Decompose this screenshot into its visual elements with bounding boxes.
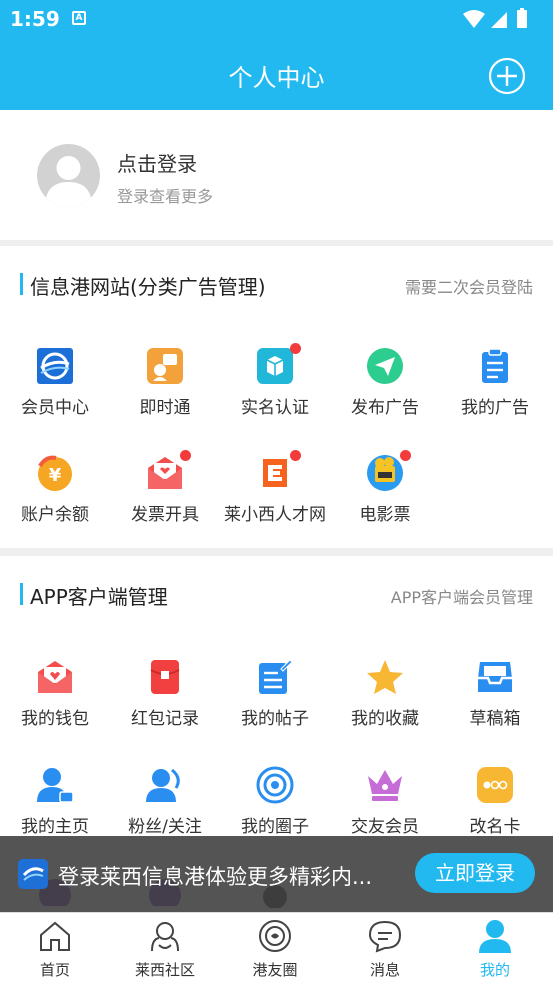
tab-home[interactable]: 首页	[0, 913, 110, 984]
moments-icon	[259, 920, 291, 952]
tab-messages[interactable]: 消息	[330, 913, 440, 984]
invoice-icon	[148, 457, 182, 489]
grid-item-label: 粉丝/关注	[128, 817, 202, 837]
grid-item-label: 我的收藏	[351, 709, 419, 729]
login-toast: 登录莱西信息港体验更多精彩内... 立即登录	[0, 836, 553, 912]
star-icon	[367, 660, 403, 694]
section-header: APP客户端管理 APP客户端会员管理	[0, 556, 553, 632]
crown-icon	[368, 770, 402, 801]
home-icon	[40, 921, 70, 951]
login-subtitle: 登录查看更多	[117, 187, 214, 206]
login-now-button[interactable]: 立即登录	[415, 853, 535, 893]
tab-label: 消息	[369, 961, 400, 979]
grid-item-publish-ad[interactable]: 发布广告	[330, 347, 440, 437]
tab-community[interactable]: 莱西社区	[110, 913, 220, 984]
section-hint: 需要二次会员登陆	[404, 278, 533, 297]
wallet-icon	[38, 661, 72, 693]
grid-item-talent-network[interactable]: 莱小西人才网	[220, 450, 330, 544]
grid-item-label: 电影票	[359, 505, 411, 525]
grid-item-my-posts[interactable]: 我的帖子	[220, 658, 330, 748]
message-icon	[368, 920, 402, 953]
grid-item-movie-ticket[interactable]: 电影票	[330, 450, 440, 544]
app-logo-icon	[18, 859, 48, 889]
box-icon	[257, 348, 293, 384]
grid-item-account-balance[interactable]: ¥ 账户余额	[0, 454, 110, 544]
grid-item-instant-messaging[interactable]: 即时通	[110, 347, 220, 437]
tab-label: 莱西社区	[134, 961, 195, 979]
bottom-tab-bar: 首页 莱西社区 港友圈 消息 我的	[0, 912, 553, 984]
section-title: APP客户端管理	[30, 585, 168, 609]
title-bar: 个人中心	[0, 38, 553, 110]
svg-text:¥: ¥	[49, 465, 62, 486]
notification-dot	[180, 450, 191, 461]
page-title: 个人中心	[228, 64, 325, 92]
status-bar: 1:59 A	[0, 0, 553, 38]
grid-item-drafts[interactable]: 草稿箱	[440, 658, 550, 748]
grid-item-label: 我的主页	[21, 817, 89, 837]
grid-item-label: 发票开具	[131, 505, 199, 525]
send-icon	[367, 348, 403, 384]
grid-item-wallet[interactable]: 我的钱包	[0, 658, 110, 748]
grid-item-label: 账户余额	[21, 505, 89, 525]
system-status-icons	[463, 8, 527, 28]
grid-item-invoice[interactable]: 发票开具	[110, 450, 220, 544]
post-icon	[259, 659, 293, 694]
grid-item-favorites[interactable]: 我的收藏	[330, 658, 440, 748]
grid-item-red-packet-records[interactable]: 红包记录	[110, 658, 220, 748]
website-management-section: 信息港网站(分类广告管理) 需要二次会员登陆 会员中心 即时通 实名认证 发布广…	[0, 246, 553, 548]
section-title: 信息港网站(分类广告管理)	[30, 275, 266, 299]
movie-icon	[367, 455, 403, 491]
yen-icon: ¥	[38, 455, 72, 491]
grid-item-label: 我的钱包	[21, 709, 89, 729]
grid-item-real-name-auth[interactable]: 实名认证	[220, 343, 330, 437]
grid-item-label: 交友会员	[351, 817, 419, 837]
status-time: 1:59	[10, 7, 60, 31]
tab-mine[interactable]: 我的	[440, 913, 550, 984]
chat-icon	[147, 348, 183, 384]
default-avatar-icon	[45, 156, 92, 207]
rename-card-icon	[477, 767, 513, 803]
notification-app-icon: A	[72, 11, 86, 25]
toast-message: 登录莱西信息港体验更多精彩内...	[58, 865, 373, 889]
profile-card[interactable]: 点击登录 登录查看更多	[0, 110, 553, 240]
red-packet-icon	[150, 660, 180, 694]
grid-item-label: 我的广告	[461, 398, 529, 418]
tab-label: 我的	[479, 961, 510, 979]
drafts-icon	[478, 662, 512, 692]
grid-item-label: 实名认证	[241, 398, 309, 418]
fans-icon	[146, 768, 180, 802]
community-icon	[151, 922, 179, 952]
add-icon[interactable]	[488, 57, 526, 95]
tab-moments[interactable]: 港友圈	[220, 913, 330, 984]
grid-item-label: 发布广告	[351, 398, 419, 418]
tab-label: 首页	[39, 961, 70, 979]
person-icon	[479, 920, 511, 953]
grid-item-label: 草稿箱	[469, 709, 521, 729]
grid-item-my-ads[interactable]: 我的广告	[440, 347, 550, 437]
grid-item-label: 我的圈子	[241, 817, 309, 837]
grid-item-label: 改名卡	[469, 817, 521, 837]
circle-icon	[256, 766, 294, 804]
globe-icon	[37, 348, 73, 384]
user-home-icon	[37, 768, 74, 803]
login-prompt[interactable]: 点击登录	[117, 148, 197, 177]
notification-dot	[290, 450, 301, 461]
grid-item-member-center[interactable]: 会员中心	[0, 347, 110, 437]
section-hint: APP客户端会员管理	[390, 588, 533, 607]
notification-dot	[400, 450, 411, 461]
grid-item-label: 会员中心	[21, 398, 89, 418]
section-accent-bar	[20, 273, 23, 295]
section-header: 信息港网站(分类广告管理) 需要二次会员登陆	[0, 246, 553, 322]
notification-dot	[290, 343, 301, 354]
talent-icon	[263, 459, 287, 487]
grid-item-label: 我的帖子	[241, 709, 309, 729]
tab-label: 港友圈	[252, 961, 298, 979]
grid-item-label: 莱小西人才网	[224, 505, 326, 525]
clipboard-icon	[482, 348, 508, 383]
avatar[interactable]	[37, 144, 100, 207]
grid-item-label: 红包记录	[131, 709, 199, 729]
grid-item-label: 即时通	[139, 398, 191, 418]
section-accent-bar	[20, 583, 23, 605]
